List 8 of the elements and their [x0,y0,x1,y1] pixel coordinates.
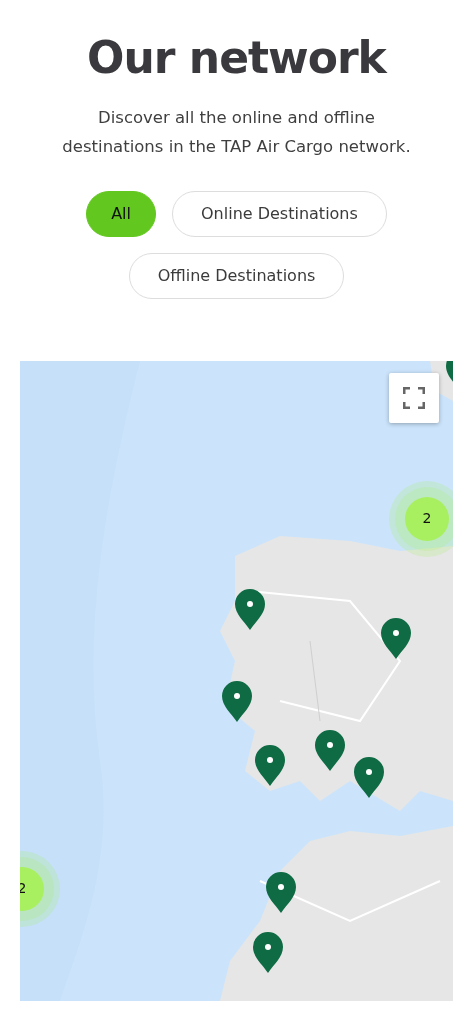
filter-tab[interactable]: All [86,190,156,237]
page-title: Our network [86,32,389,85]
filter-tab[interactable]: Online Destinations [172,190,387,237]
fullscreen-button[interactable] [389,372,439,423]
description: Discover all the online and offline destinations in the TAP Air Cargo network. [61,106,412,158]
filter-tab[interactable]: Offline Destinations [128,252,345,299]
fullscreen-icon [403,386,425,409]
marker-cluster[interactable]: 2 [395,486,453,551]
